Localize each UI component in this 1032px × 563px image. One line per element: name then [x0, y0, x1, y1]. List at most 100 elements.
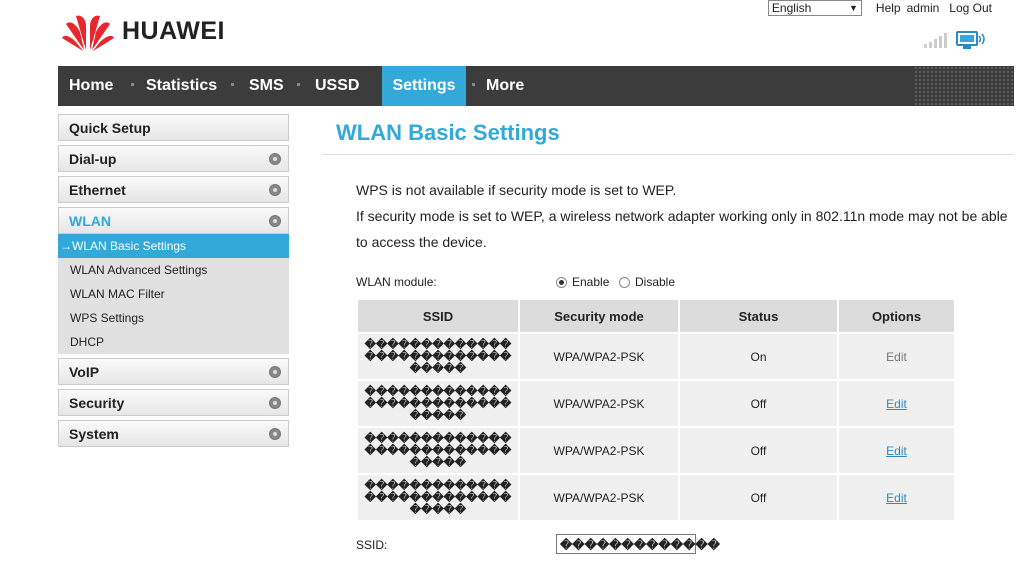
sidebar-label: Dial-up — [69, 151, 117, 167]
arrow-right-icon: → — [60, 239, 72, 253]
sidebar-label: WLAN — [69, 213, 111, 229]
enable-label: Enable — [572, 275, 610, 289]
sidebar-system[interactable]: System — [58, 420, 289, 447]
note-wps: WPS is not available if security mode is… — [356, 182, 677, 198]
help-link[interactable]: Help — [876, 1, 901, 15]
main-content: WLAN Basic Settings WPS is not available… — [322, 120, 1014, 554]
wlan-submenu: →WLAN Basic Settings WLAN Advanced Setti… — [58, 234, 289, 354]
edit-link[interactable]: Edit — [886, 491, 907, 505]
table-row: ������������������������������� WPA/WPA2… — [356, 332, 956, 381]
header: HUAWEI English ▼ Help admin Log Out — [0, 0, 1032, 66]
wlan-module-label: WLAN module: — [356, 275, 437, 289]
nav-ussd[interactable]: USSD — [315, 66, 359, 106]
disable-option[interactable]: Disable — [619, 275, 675, 289]
note-wep-2: to access the device. — [356, 234, 487, 250]
expand-icon — [269, 184, 281, 196]
ssid-cell: ������������������������������� — [356, 332, 520, 381]
huawei-petals-icon — [62, 15, 114, 51]
enable-option[interactable]: Enable — [556, 275, 609, 289]
nav-settings[interactable]: Settings — [382, 66, 466, 106]
nav-home[interactable]: Home — [69, 66, 113, 106]
sidebar-item-wlan-advanced[interactable]: WLAN Advanced Settings — [58, 258, 289, 282]
status-cell: Off — [678, 473, 839, 522]
dropdown-arrow-icon: ▼ — [849, 3, 858, 13]
expand-icon — [269, 428, 281, 440]
expand-icon — [269, 153, 281, 165]
table-row: ������������������������������� WPA/WPA2… — [356, 426, 956, 475]
sidebar-label: Ethernet — [69, 182, 126, 198]
brand-name: HUAWEI — [122, 16, 225, 45]
nav-statistics[interactable]: Statistics — [146, 66, 217, 106]
sidebar-wlan[interactable]: WLAN — [58, 207, 289, 234]
collapse-icon — [269, 215, 281, 227]
note-wep-1: If security mode is set to WEP, a wirele… — [356, 208, 1008, 224]
language-value: English — [771, 1, 812, 15]
logout-link[interactable]: Log Out — [949, 1, 992, 15]
sidebar: Quick Setup Dial-up Ethernet WLAN →WLAN … — [58, 114, 289, 451]
page-title: WLAN Basic Settings — [322, 120, 1014, 155]
ssid-cell: ������������������������������� — [356, 426, 520, 475]
nav-separator — [297, 83, 300, 86]
nav-sms[interactable]: SMS — [249, 66, 284, 106]
expand-icon — [269, 366, 281, 378]
table-header-row: SSID Security mode Status Options — [356, 298, 956, 334]
monitor-connection-icon — [956, 31, 985, 49]
options-cell: Edit — [837, 332, 956, 381]
sidebar-label: System — [69, 426, 119, 442]
security-cell: WPA/WPA2-PSK — [518, 473, 680, 522]
status-cell: Off — [678, 426, 839, 475]
col-security-mode: Security mode — [518, 298, 680, 334]
sidebar-ethernet[interactable]: Ethernet — [58, 176, 289, 203]
options-cell: Edit — [837, 473, 956, 522]
wlan-module-row: WLAN module: Enable Disable — [356, 275, 976, 291]
col-ssid: SSID — [356, 298, 520, 334]
sidebar-label: Security — [69, 395, 125, 411]
col-status: Status — [678, 298, 839, 334]
sidebar-item-dhcp[interactable]: DHCP — [58, 330, 289, 354]
sidebar-quick-setup[interactable]: Quick Setup — [58, 114, 289, 141]
table-row: ������������������������������� WPA/WPA2… — [356, 379, 956, 428]
sidebar-item-wlan-mac-filter[interactable]: WLAN MAC Filter — [58, 282, 289, 306]
edit-link[interactable]: Edit — [886, 444, 907, 458]
sidebar-item-label: WLAN Basic Settings — [72, 239, 187, 253]
sidebar-dialup[interactable]: Dial-up — [58, 145, 289, 172]
status-cell: On — [678, 332, 839, 381]
ssid-label: SSID: — [356, 538, 388, 552]
table-row: ������������������������������� WPA/WPA2… — [356, 473, 956, 522]
username-label: admin — [906, 1, 940, 15]
ssid-table: SSID Security mode Status Options ������… — [356, 298, 956, 522]
main-nav: Home Statistics SMS USSD Settings More — [58, 66, 1014, 106]
edit-link-disabled: Edit — [886, 349, 907, 364]
nav-more[interactable]: More — [486, 66, 524, 106]
disable-radio[interactable] — [619, 276, 630, 288]
disable-label: Disable — [635, 275, 676, 289]
security-cell: WPA/WPA2-PSK — [518, 332, 680, 381]
ssid-cell: ������������������������������� — [356, 473, 520, 522]
sidebar-label: Quick Setup — [69, 120, 151, 136]
sidebar-security[interactable]: Security — [58, 389, 289, 416]
security-cell: WPA/WPA2-PSK — [518, 426, 680, 475]
utility-bar: English ▼ Help admin Log Out — [767, 0, 992, 16]
nav-separator — [131, 83, 134, 86]
status-cell: Off — [678, 379, 839, 428]
enable-radio[interactable] — [556, 276, 567, 288]
nav-separator — [231, 83, 234, 86]
nav-separator — [472, 83, 475, 86]
options-cell: Edit — [837, 426, 956, 475]
col-options: Options — [837, 298, 956, 334]
sidebar-label: VoIP — [69, 364, 100, 380]
security-cell: WPA/WPA2-PSK — [518, 379, 680, 428]
edit-link[interactable]: Edit — [886, 397, 907, 411]
signal-bars-icon — [924, 33, 947, 48]
huawei-logo: HUAWEI — [62, 10, 225, 52]
ssid-input[interactable]: ������������� — [556, 534, 720, 554]
sidebar-voip[interactable]: VoIP — [58, 358, 289, 385]
notes: WPS is not available if security mode is… — [322, 177, 1014, 255]
sidebar-item-wps[interactable]: WPS Settings — [58, 306, 289, 330]
options-cell: Edit — [837, 379, 956, 428]
sidebar-item-wlan-basic[interactable]: →WLAN Basic Settings — [58, 234, 289, 258]
expand-icon — [269, 397, 281, 409]
language-select[interactable]: English ▼ — [767, 0, 862, 16]
nav-decor — [914, 66, 1014, 106]
ssid-cell: ������������������������������� — [356, 379, 520, 428]
